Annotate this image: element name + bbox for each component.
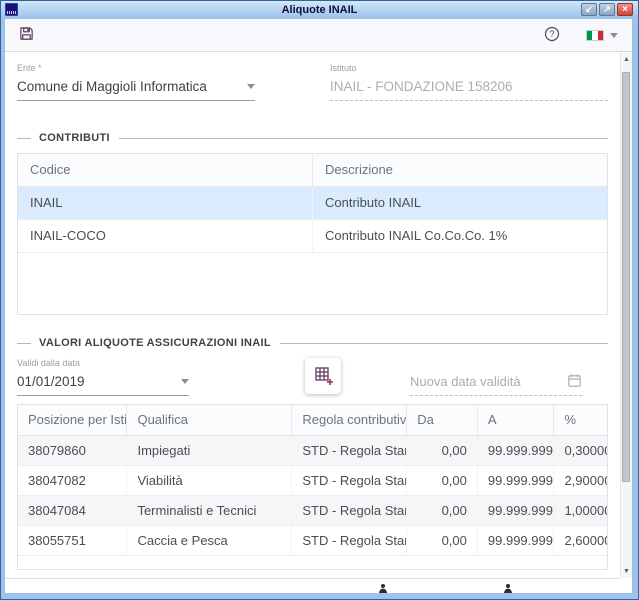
table-cell: STD - Regola Standard: [292, 435, 407, 465]
column-header: %: [554, 405, 607, 435]
table-cell: 0,00: [407, 435, 478, 465]
table-cell: 38055751: [18, 525, 127, 555]
table-cell: 99.999.999,00: [477, 495, 554, 525]
valori-header-row: Posizione per IstitutoQualificaRegola co…: [18, 405, 607, 435]
table-cell: 38079860: [18, 435, 127, 465]
table-row[interactable]: 38055751Caccia e PescaSTD - Regola Stand…: [18, 525, 607, 555]
table-cell: 0,30000: [554, 435, 607, 465]
table-cell: STD - Regola Standard: [292, 495, 407, 525]
help-circle-icon: ?: [544, 26, 560, 45]
toolbar: ?: [5, 19, 632, 52]
ente-value: Comune di Maggioli Informatica: [17, 79, 207, 94]
column-header: Codice: [18, 154, 313, 186]
column-header: Regola contributiva: [292, 405, 407, 435]
table-cell: 2,60000: [554, 525, 607, 555]
app-icon: [5, 3, 18, 16]
ente-label: Ente *: [17, 63, 255, 75]
restore-button[interactable]: ↙: [581, 3, 597, 16]
table-cell: STD - Regola Standard: [292, 465, 407, 495]
table-row[interactable]: INAILContributo INAIL: [18, 186, 607, 219]
chevron-down-icon: [610, 33, 618, 38]
vertical-scrollbar[interactable]: ▲ ▼: [620, 53, 632, 578]
italian-flag-icon: [586, 30, 604, 41]
table-cell: 38047082: [18, 465, 127, 495]
column-header: Posizione per Istituto: [18, 405, 127, 435]
validity-controls: Validi dalla data 01/01/2019: [17, 358, 608, 396]
table-row[interactable]: 38047082ViabilitàSTD - Regola Standard0,…: [18, 465, 607, 495]
valid-from-value: 01/01/2019: [17, 374, 85, 389]
table-cell: Contributo INAIL Co.Co.Co. 1%: [313, 219, 608, 252]
chevron-down-icon: [247, 84, 255, 89]
scroll-up-icon[interactable]: ▲: [621, 53, 632, 66]
valid-from-select[interactable]: Validi dalla data 01/01/2019: [17, 358, 189, 396]
table-cell: Contributo INAIL: [313, 186, 608, 219]
table-cell: 99.999.999,00: [477, 465, 554, 495]
status-footer: [5, 578, 620, 593]
table-cell: 2,90000: [554, 465, 607, 495]
floppy-disk-icon: [19, 26, 34, 44]
table-cell: INAIL: [18, 186, 313, 219]
maximize-button[interactable]: ↗: [599, 3, 615, 16]
legend-rule: [280, 343, 608, 344]
titlebar[interactable]: Aliquote INAIL ↙ ↗ ×: [1, 1, 638, 19]
contributi-table: CodiceDescrizione INAILContributo INAILI…: [17, 153, 608, 315]
istituto-field: Istituto INAIL - FONDAZIONE 158206: [330, 63, 608, 101]
person-icon: [503, 581, 513, 593]
table-cell: 0,00: [407, 465, 478, 495]
table-row[interactable]: 38047084Terminalisti e TecniciSTD - Rego…: [18, 495, 607, 525]
new-rates-grid-button[interactable]: [305, 358, 341, 394]
main-content: Ente * Comune di Maggioli Informatica Is…: [5, 53, 620, 578]
table-cell: Terminalisti e Tecnici: [127, 495, 292, 525]
help-button[interactable]: ?: [542, 24, 562, 47]
column-header: Descrizione: [313, 154, 608, 186]
table-row[interactable]: INAIL-COCOContributo INAIL Co.Co.Co. 1%: [18, 219, 607, 252]
ente-select[interactable]: Ente * Comune di Maggioli Informatica: [17, 63, 255, 101]
table-cell: 99.999.999,00: [477, 525, 554, 555]
table-cell: Impiegati: [127, 435, 292, 465]
istituto-value: INAIL - FONDAZIONE 158206: [330, 79, 513, 94]
column-header: A: [477, 405, 554, 435]
close-button[interactable]: ×: [617, 3, 633, 16]
calendar-icon[interactable]: [567, 373, 582, 391]
valori-rows: 38079860ImpiegatiSTD - Regola Standard0,…: [18, 435, 607, 555]
header-form: Ente * Comune di Maggioli Informatica Is…: [17, 63, 608, 101]
language-selector[interactable]: [584, 28, 620, 43]
table-cell: 38047084: [18, 495, 127, 525]
table-cell: Caccia e Pesca: [127, 525, 292, 555]
window-title: Aliquote INAIL: [1, 4, 638, 16]
table-cell: STD - Regola Standard: [292, 525, 407, 555]
window-body: ? Ente * Comune di Maggioli Informatica: [5, 19, 632, 593]
valori-table: Posizione per IstitutoQualificaRegola co…: [17, 404, 608, 570]
table-cell: INAIL-COCO: [18, 219, 313, 252]
chevron-down-icon: [181, 379, 189, 384]
table-cell: 99.999.999,00: [477, 435, 554, 465]
valid-from-label: Validi dalla data: [17, 358, 189, 370]
contributi-header-row: CodiceDescrizione: [18, 154, 607, 186]
contributi-rows: INAILContributo INAILINAIL-COCOContribut…: [18, 186, 607, 252]
scrollbar-thumb[interactable]: [622, 72, 630, 482]
table-cell: Viabilità: [127, 465, 292, 495]
new-date-field: [410, 358, 582, 396]
save-button[interactable]: [17, 24, 36, 46]
column-header: Qualifica: [127, 405, 292, 435]
svg-text:?: ?: [549, 29, 554, 39]
table-cell: 0,00: [407, 495, 478, 525]
column-header: Da: [407, 405, 478, 435]
scroll-down-icon[interactable]: ▼: [621, 565, 632, 578]
window-controls: ↙ ↗ ×: [581, 3, 633, 16]
person-icon: [378, 581, 388, 593]
valori-legend-text: VALORI ALIQUOTE ASSICURAZIONI INAIL: [39, 337, 271, 349]
legend-rule: [119, 138, 608, 139]
window: Aliquote INAIL ↙ ↗ ×: [0, 0, 639, 600]
table-add-icon: [313, 365, 333, 388]
table-cell: 0,00: [407, 525, 478, 555]
contributi-section-legend: CONTRIBUTI: [17, 131, 608, 145]
table-row[interactable]: 38079860ImpiegatiSTD - Regola Standard0,…: [18, 435, 607, 465]
table-cell: 1,00000: [554, 495, 607, 525]
contributi-legend-text: CONTRIBUTI: [39, 132, 110, 144]
istituto-label: Istituto: [330, 63, 608, 75]
valori-section-legend: VALORI ALIQUOTE ASSICURAZIONI INAIL: [17, 336, 608, 350]
new-date-input[interactable]: [410, 374, 550, 389]
